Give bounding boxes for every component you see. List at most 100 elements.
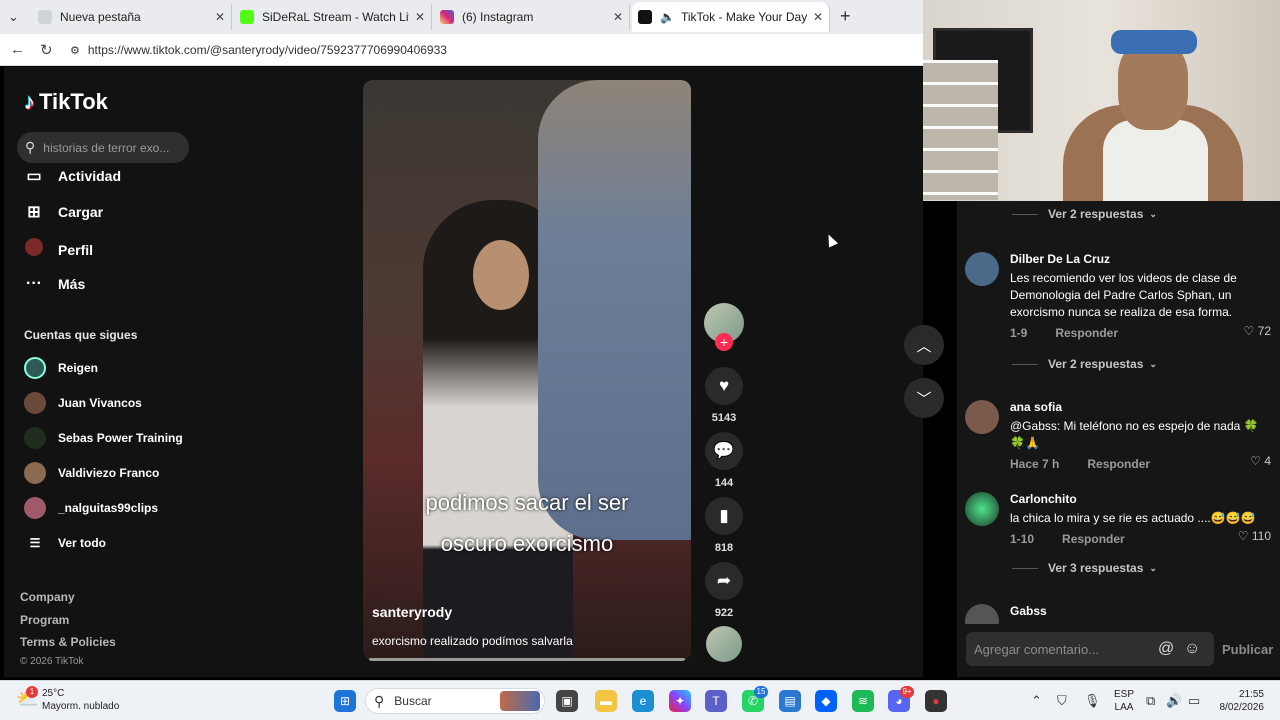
see-all-link[interactable]: ☰ Ver todo	[24, 536, 106, 550]
comment-author[interactable]: ana sofia	[1010, 400, 1273, 414]
footer-company[interactable]: Company	[20, 590, 75, 604]
tab-nueva-pestana[interactable]: Nueva pestaña ✕	[32, 4, 232, 30]
tab-title: (6) Instagram	[462, 10, 534, 24]
start-windows-icon[interactable]: ⊞	[334, 690, 356, 712]
comment-author[interactable]: Carlonchito	[1010, 492, 1273, 506]
lang-primary: ESP	[1114, 689, 1135, 700]
emoji-icon[interactable]: ☺	[1184, 640, 1200, 658]
following-account[interactable]: Sebas Power Training	[24, 427, 183, 449]
following-account[interactable]: Reigen	[24, 357, 98, 379]
footer-program[interactable]: Program	[20, 613, 69, 627]
avatar[interactable]	[965, 400, 999, 434]
tab-tiktok[interactable]: 🔈 TikTok - Make Your Day ✕	[632, 2, 830, 32]
nav-perfil[interactable]: Perfil	[24, 238, 93, 261]
footer-terms[interactable]: Terms & Policies	[20, 635, 116, 649]
reply-button[interactable]: Responder	[1062, 532, 1125, 546]
taskbar-search[interactable]: ⚲ Buscar	[365, 688, 545, 714]
heart-outline-icon: ♡	[1243, 324, 1255, 338]
back-arrow-icon[interactable]: ←	[10, 41, 25, 58]
view-replies-label: Ver 2 respuestas	[1048, 357, 1144, 371]
teams-icon[interactable]: T	[705, 690, 727, 712]
account-name: _nalguitas99clips	[58, 501, 159, 515]
view-replies-button[interactable]: Ver 2 respuestas ⌄	[1012, 357, 1157, 371]
reply-button[interactable]: Responder	[1087, 457, 1150, 471]
language-indicator[interactable]: ESP LAA	[1114, 688, 1134, 714]
chevron-up-icon[interactable]: ⌃	[1031, 693, 1042, 709]
view-replies-button[interactable]: Ver 2 respuestas ⌄	[1012, 207, 1157, 221]
comment-author[interactable]: Dilber De La Cruz	[1010, 252, 1273, 266]
close-icon[interactable]: ✕	[415, 10, 425, 24]
recording-app-icon[interactable]: ●	[925, 690, 947, 712]
tab-title: Nueva pestaña	[60, 10, 141, 24]
nav-mas[interactable]: ··· Más	[24, 275, 85, 293]
security-icon[interactable]: ⛉	[1057, 693, 1067, 709]
comment-input[interactable]: Agregar comentario... @ ☺	[966, 632, 1214, 666]
site-info-icon[interactable]: ⚙	[70, 44, 80, 57]
following-account[interactable]: Juan Vivancos	[24, 392, 142, 414]
avatar	[24, 427, 46, 449]
close-icon[interactable]: ✕	[613, 10, 623, 24]
video-player[interactable]: podimos sacar el ser oscuro exorcismo sa…	[363, 80, 691, 661]
save-button[interactable]: ▮ 818	[704, 497, 744, 554]
nav-cargar[interactable]: ⊞ Cargar	[24, 202, 103, 222]
reload-icon[interactable]: ↻	[40, 41, 53, 59]
share-count: 922	[714, 607, 734, 619]
avatar[interactable]	[965, 604, 999, 624]
edge-browser-icon[interactable]: e	[632, 690, 654, 712]
store-icon[interactable]: ▤	[779, 690, 801, 712]
file-explorer-icon[interactable]: ▬	[595, 690, 617, 712]
volume-icon[interactable]: 🔊	[1166, 693, 1182, 709]
list-icon: ☰	[29, 536, 41, 550]
tab-list-chevron-icon[interactable]: ⌄	[8, 9, 19, 25]
previous-video-chevron-up-icon[interactable]: ︿	[904, 325, 944, 365]
reply-button[interactable]: Responder	[1055, 326, 1118, 340]
nav-actividad[interactable]: ▭ Actividad	[24, 166, 121, 186]
comment-like-button[interactable]: ♡ 72	[1244, 324, 1271, 338]
network-icon[interactable]: ⧉	[1146, 693, 1155, 709]
sound-disc-button[interactable]	[704, 626, 744, 662]
close-icon[interactable]: ✕	[215, 10, 225, 24]
view-replies-button[interactable]: Ver 3 respuestas ⌄	[1012, 561, 1157, 575]
comment-like-button[interactable]: ♡ 4	[1250, 454, 1271, 468]
publish-button[interactable]: Publicar	[1222, 642, 1273, 657]
view-replies-label: Ver 3 respuestas	[1048, 561, 1144, 575]
spotify-icon[interactable]: ≋	[852, 690, 874, 712]
url-field[interactable]: ⚙ https://www.tiktok.com/@santeryrody/vi…	[64, 38, 924, 62]
view-replies-label: Ver 2 respuestas	[1048, 207, 1144, 221]
like-button[interactable]: ♥ 5143	[704, 367, 744, 424]
comment-item: Gabss	[965, 604, 1273, 624]
lang-secondary: LAA	[1114, 702, 1134, 713]
speaker-icon[interactable]: 🔈	[660, 10, 675, 24]
comment-like-button[interactable]: ♡ 110	[1238, 529, 1271, 543]
share-button[interactable]: ➦ 922	[704, 562, 744, 619]
tiktok-logo[interactable]: ♪ TikTok	[24, 89, 108, 115]
search-input[interactable]: ⚲ historias de terror exo...	[17, 132, 189, 163]
tab-instagram[interactable]: (6) Instagram ✕	[434, 4, 630, 30]
avatar	[24, 357, 46, 379]
microphone-icon[interactable]: 🎙	[1084, 693, 1101, 709]
copilot-icon[interactable]: ✦	[669, 690, 691, 712]
next-video-chevron-down-icon[interactable]: ﹀	[904, 378, 944, 418]
avatar[interactable]	[965, 492, 999, 526]
account-name: Juan Vivancos	[58, 396, 142, 410]
video-username[interactable]: santeryrody	[372, 604, 452, 620]
new-tab-plus-icon[interactable]: +	[840, 6, 851, 27]
tab-sideral-stream[interactable]: SiDeRaL Stream - Watch Live on K ✕	[234, 4, 432, 30]
creator-avatar-button[interactable]: +	[704, 303, 744, 351]
video-progress-bar[interactable]	[369, 658, 685, 661]
following-account[interactable]: _nalguitas99clips	[24, 497, 158, 519]
avatar[interactable]	[965, 252, 999, 286]
battery-icon[interactable]: ▭	[1188, 693, 1200, 709]
clock[interactable]: 21:55 8/02/2026	[1214, 688, 1265, 714]
comment-author[interactable]: Gabss	[1010, 604, 1273, 618]
video-caption-line1: podimos sacar el ser	[425, 490, 629, 515]
save-count: 818	[714, 542, 734, 554]
task-view-icon[interactable]: ▣	[556, 690, 578, 712]
account-name: Reigen	[58, 361, 99, 375]
following-account[interactable]: Valdiviezo Franco	[24, 462, 159, 484]
dropbox-icon[interactable]: ◆	[815, 690, 837, 712]
close-icon[interactable]: ✕	[813, 10, 823, 24]
follow-plus-icon[interactable]: +	[715, 333, 733, 351]
comment-button[interactable]: 💬 144	[704, 432, 744, 489]
mention-at-icon[interactable]: @	[1158, 640, 1174, 658]
